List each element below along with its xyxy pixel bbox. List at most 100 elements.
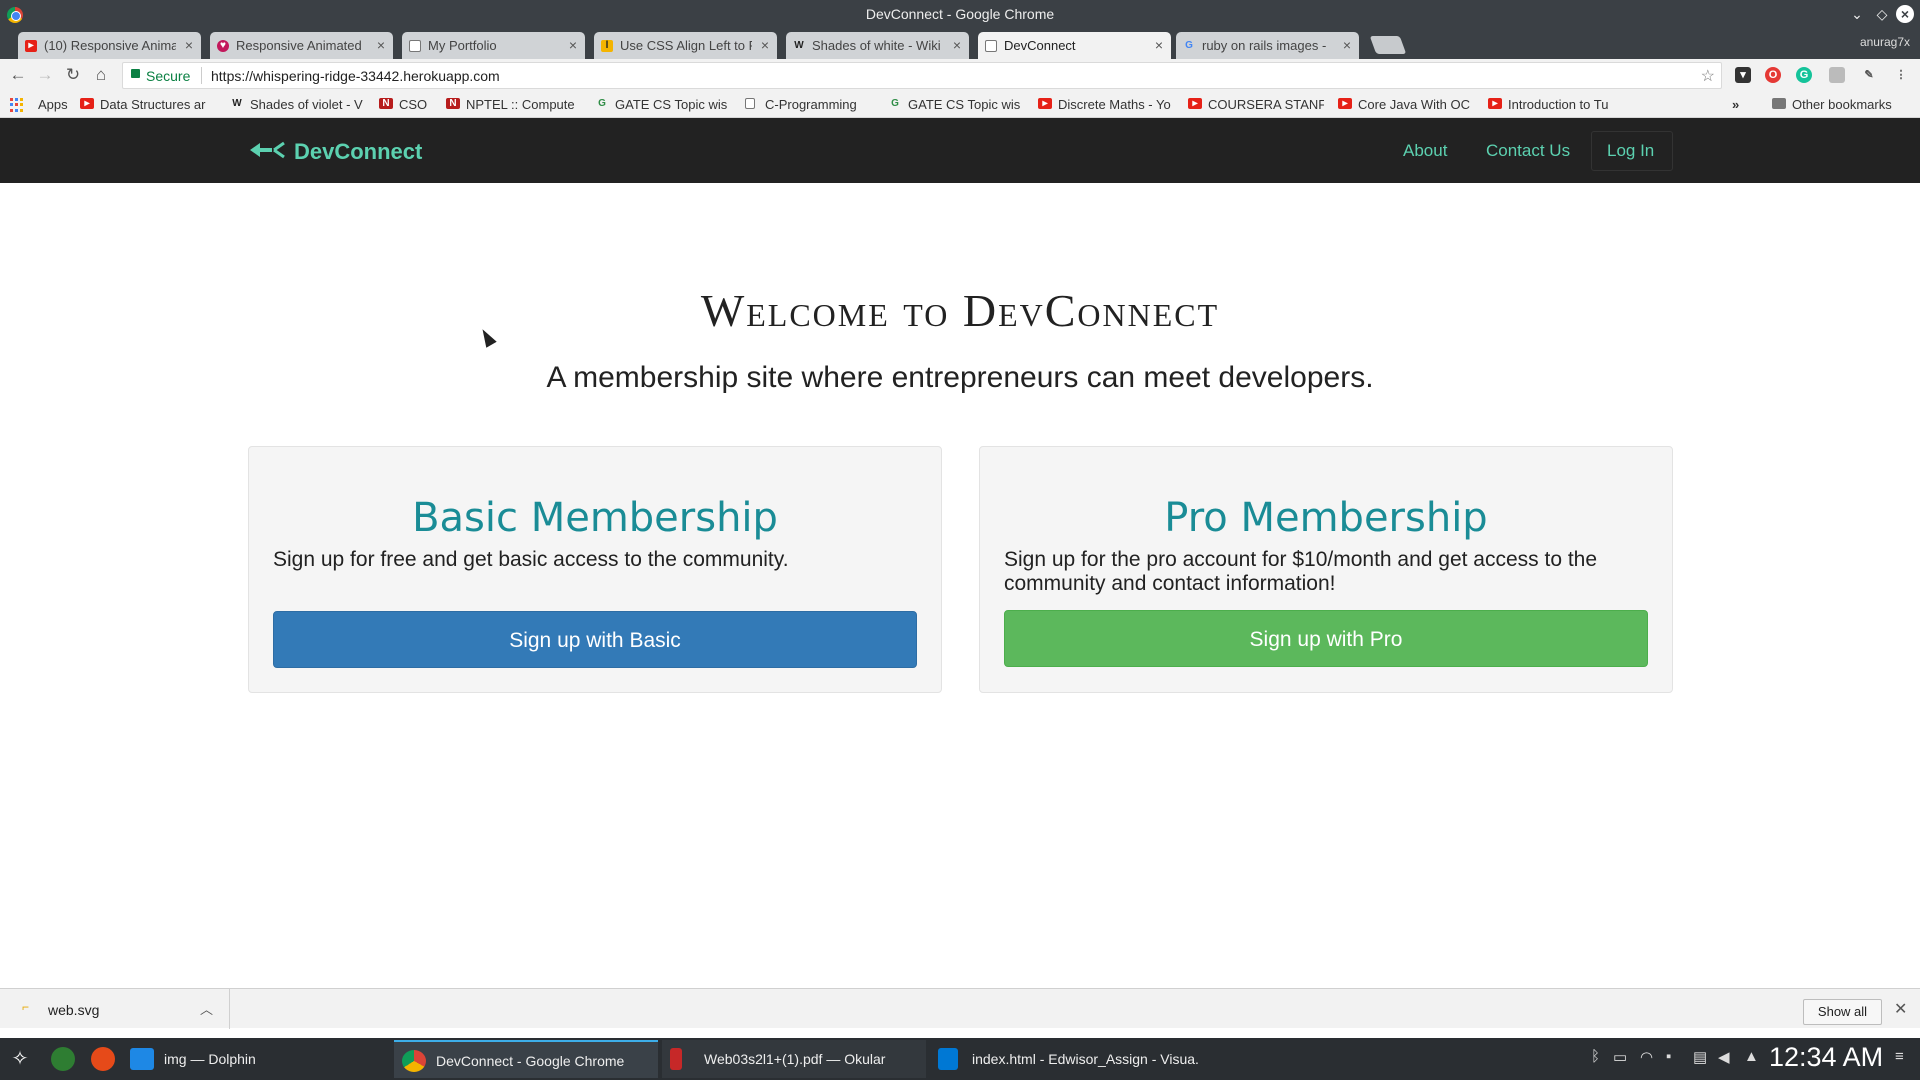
menu-icon[interactable]: ≡	[1895, 1048, 1904, 1065]
youtube-icon: ▸	[1038, 98, 1052, 109]
vscode-icon	[938, 1048, 958, 1070]
nav-login-link[interactable]: Log In	[1591, 131, 1673, 171]
plan-description: Sign up for free and get basic access to…	[273, 548, 789, 571]
url-text[interactable]: https://whispering-ridge-33442.herokuapp…	[211, 68, 500, 84]
plan-description: Sign up for the pro account for $10/mont…	[1004, 548, 1598, 595]
bookmark-item[interactable]: ▸ Data Structures ar	[80, 97, 216, 112]
tab-google-search[interactable]: G ruby on rails images - ×	[1176, 32, 1359, 59]
tray-expand-icon[interactable]: ▲	[1744, 1048, 1759, 1065]
signup-basic-button[interactable]: Sign up with Basic	[273, 611, 917, 668]
gfg-icon: G	[891, 98, 899, 109]
app-launcher-icon[interactable]: ✧	[8, 1047, 32, 1071]
close-icon[interactable]: ✕	[1894, 999, 1907, 1019]
nav-contact-link[interactable]: Contact Us	[1486, 141, 1570, 161]
bookmark-item[interactable]: G GATE CS Topic wis	[595, 97, 731, 112]
youtube-icon: ▸	[25, 40, 37, 52]
pocket-icon[interactable]: ▾	[1735, 67, 1751, 83]
battery-icon[interactable]: ▭	[1613, 1048, 1627, 1066]
bookmark-item[interactable]: C-Programming	[745, 97, 881, 112]
android-studio-icon[interactable]	[51, 1047, 75, 1071]
tab-close-icon[interactable]: ×	[761, 37, 769, 53]
opera-icon[interactable]: O	[1765, 67, 1781, 83]
wifi-icon[interactable]: ◠	[1640, 1048, 1653, 1066]
lightbulb-icon: l	[601, 40, 613, 52]
address-bar[interactable]: Secure https://whispering-ridge-33442.he…	[122, 62, 1722, 89]
maximize-icon[interactable]: ◇	[1873, 5, 1891, 23]
heart-icon: ♥	[217, 40, 229, 52]
task-chrome[interactable]: DevConnect - Google Chrome	[394, 1040, 658, 1078]
folder-icon	[1772, 98, 1786, 109]
bookmark-item[interactable]: G GATE CS Topic wis	[888, 97, 1024, 112]
bluetooth-icon[interactable]: ᛒ	[1591, 1048, 1600, 1065]
tab-close-icon[interactable]: ×	[1343, 37, 1351, 53]
tab-close-icon[interactable]: ×	[185, 37, 193, 53]
tab-css-align[interactable]: l Use CSS Align Left to F ×	[594, 32, 777, 59]
back-icon[interactable]: ←	[8, 65, 28, 85]
page-icon	[409, 40, 421, 52]
show-all-button[interactable]: Show all	[1803, 999, 1882, 1025]
bookmark-item[interactable]: ▸ COURSERA STANF	[1188, 97, 1324, 112]
task-vscode[interactable]: index.html - Edwisor_Assign - Visua...	[930, 1040, 1200, 1078]
tab-responsive-animated[interactable]: ♥ Responsive Animated ×	[210, 32, 393, 59]
bookmarks-bar: Apps ▸ Data Structures ar W Shades of viol…	[0, 92, 1920, 118]
youtube-icon: ▸	[1338, 98, 1352, 109]
menu-icon[interactable]: ⋮	[1893, 67, 1909, 83]
extension-icon[interactable]	[1829, 67, 1845, 83]
hero-title: Welcome to DevConnect	[700, 285, 1220, 336]
tab-my-portfolio[interactable]: My Portfolio ×	[402, 32, 585, 59]
profile-name[interactable]: anurag7x	[1860, 35, 1910, 49]
volume-icon[interactable]: ◀	[1718, 1048, 1730, 1066]
clipboard-icon[interactable]: ▤	[1693, 1048, 1707, 1066]
nptel-icon: N	[446, 98, 460, 109]
divider	[201, 67, 202, 84]
download-shelf: ⌐ web.svg ︿ Show all ✕	[0, 988, 1920, 1029]
bookmark-item[interactable]: ▸ Introduction to Tu	[1488, 97, 1624, 112]
pro-membership-card: Pro Membership Sign up for the pro accou…	[979, 446, 1673, 693]
download-item[interactable]: ⌐ web.svg ︿	[0, 989, 230, 1029]
tab-strip: ▸ (10) Responsive Anima × ♥ Responsive A…	[0, 29, 1920, 59]
tab-close-icon[interactable]: ×	[953, 37, 961, 53]
task-okular[interactable]: Web03s2l1+(1).pdf — Okular	[662, 1040, 926, 1078]
reload-icon[interactable]: ↻	[63, 65, 83, 85]
bookmark-item[interactable]: W Shades of violet - V	[230, 97, 366, 112]
new-tab-button[interactable]	[1369, 36, 1407, 54]
lock-icon[interactable]: ▪	[1666, 1048, 1671, 1065]
bookmark-item[interactable]: N NPTEL :: Compute	[446, 97, 582, 112]
bookmark-item[interactable]: N CSO	[379, 97, 439, 112]
bookmark-star-icon[interactable]: ☆	[1701, 66, 1715, 86]
basic-membership-card: Basic Membership Sign up for free and ge…	[248, 446, 942, 693]
page-icon	[745, 98, 755, 109]
gfg-icon: G	[598, 98, 606, 109]
forward-icon[interactable]: →	[35, 65, 55, 85]
site-navbar: DevConnect About Contact Us Log In	[0, 118, 1920, 183]
youtube-icon: ▸	[80, 98, 94, 109]
home-icon[interactable]: ⌂	[91, 65, 111, 85]
other-bookmarks[interactable]: Other bookmarks	[1772, 97, 1892, 112]
task-dolphin[interactable]: img — Dolphin	[122, 1040, 392, 1078]
tab-close-icon[interactable]: ×	[377, 37, 385, 53]
bookmark-item[interactable]: ▸ Discrete Maths - Yo	[1038, 97, 1174, 112]
brand-name[interactable]: DevConnect	[294, 139, 422, 165]
bookmark-item[interactable]: ▸ Core Java With OC	[1338, 97, 1474, 112]
page-icon	[985, 40, 997, 52]
clock[interactable]: 12:34 AM	[1769, 1042, 1883, 1073]
eyedropper-icon[interactable]: ✎	[1861, 67, 1877, 83]
bookmark-apps[interactable]: Apps	[18, 97, 68, 112]
signup-pro-button[interactable]: Sign up with Pro	[1004, 610, 1648, 667]
tab-youtube[interactable]: ▸ (10) Responsive Anima ×	[18, 32, 201, 59]
postman-icon[interactable]	[91, 1047, 115, 1071]
window-titlebar: DevConnect - Google Chrome ⌄ ◇ ×	[0, 0, 1920, 29]
nptel-icon: N	[379, 98, 393, 109]
minimize-icon[interactable]: ⌄	[1848, 5, 1866, 23]
chevron-up-icon[interactable]: ︿	[200, 999, 213, 1018]
file-icon: ⌐	[22, 1000, 30, 1014]
tab-close-icon[interactable]: ×	[569, 37, 577, 53]
bookmarks-overflow-icon[interactable]: »	[1732, 97, 1739, 112]
lock-icon	[131, 69, 140, 78]
close-window-button[interactable]: ×	[1896, 5, 1914, 23]
tab-devconnect[interactable]: DevConnect ×	[978, 32, 1171, 59]
grammarly-icon[interactable]: G	[1796, 67, 1812, 83]
tab-close-icon[interactable]: ×	[1155, 37, 1163, 53]
nav-about-link[interactable]: About	[1403, 141, 1447, 161]
tab-wikipedia[interactable]: W Shades of white - Wiki ×	[786, 32, 969, 59]
